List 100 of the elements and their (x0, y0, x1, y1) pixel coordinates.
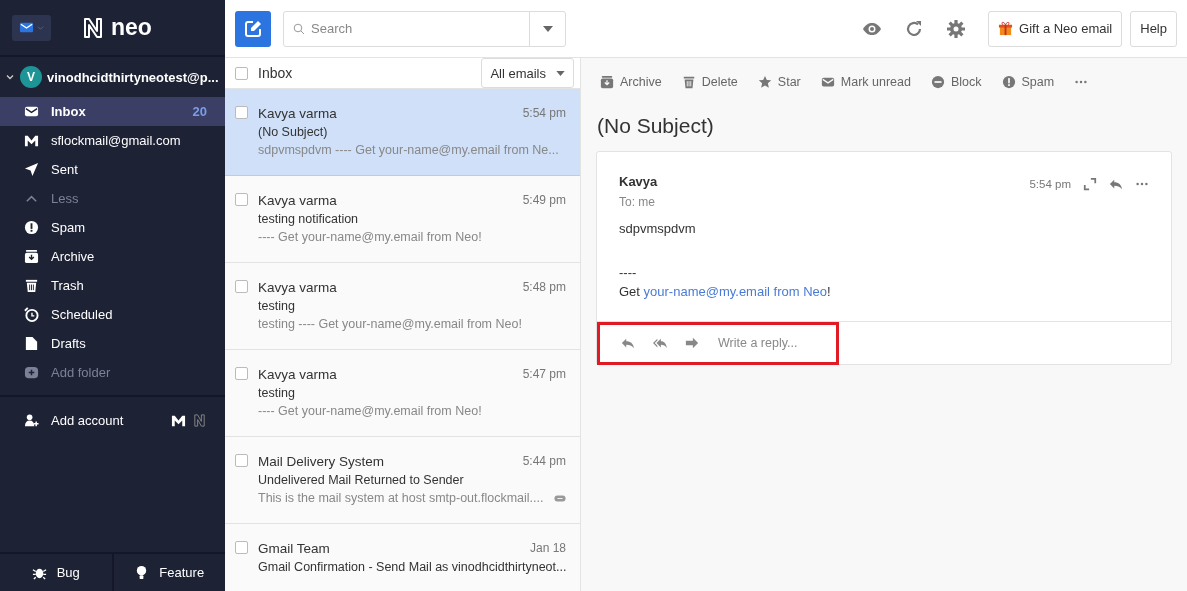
reply-icon[interactable] (620, 336, 636, 350)
folder-item[interactable]: Less (0, 184, 225, 213)
toolbar-action[interactable]: Delete (681, 74, 738, 89)
help-button[interactable]: Help (1130, 10, 1177, 47)
toolbar-action[interactable]: Mark unread (820, 74, 911, 89)
gift-button[interactable]: Gift a Neo email (988, 10, 1123, 47)
trash-icon (24, 278, 39, 293)
email-row[interactable]: Kavya varma 5:48 pm testing testing ---- Get your-name@my.email from Neo! (225, 263, 580, 350)
folder-item[interactable]: Scheduled (0, 300, 225, 329)
toolbar-action[interactable]: Star (757, 74, 801, 89)
email-row[interactable]: Mail Delivery System 5:44 pm Undelivered Mail Returned to Sender This is the mail system at host smtp-out.flockmail.... (225, 437, 580, 524)
alert-icon (1001, 74, 1016, 89)
folder-item[interactable]: Inbox 20 (0, 97, 225, 126)
star-icon (757, 74, 772, 89)
email-row[interactable]: Kavya varma 5:47 pm testing ---- Get your-name@my.email from Neo! (225, 350, 580, 437)
message-time: 5:54 pm (1029, 178, 1071, 190)
email-preview: ---- Get your-name@my.email from Neo! (258, 230, 482, 244)
caret-down-icon[interactable] (542, 25, 553, 32)
folder-item[interactable]: Spam (0, 213, 225, 242)
document-icon (24, 336, 39, 351)
folder-item[interactable]: Trash (0, 271, 225, 300)
folder-item[interactable]: Drafts (0, 329, 225, 358)
compose-button[interactable] (235, 10, 271, 47)
logo-icon (81, 15, 105, 40)
folder-item[interactable]: Add folder (0, 358, 225, 387)
trash-icon (681, 74, 696, 89)
archive-icon (600, 74, 614, 89)
email-time: Jan 18 (529, 541, 566, 556)
envelope-icon (19, 20, 34, 35)
account-email[interactable]: vinodhcidthirtyneotest@p... (47, 69, 219, 85)
folder-label: sflockmail@gmail.com (51, 133, 182, 148)
email-sender: Kavya varma (258, 106, 337, 121)
settings-icon[interactable] (946, 18, 967, 39)
inbox-icon (24, 104, 39, 119)
message-recipient: To: me (619, 195, 656, 209)
logo-text: neo (111, 14, 152, 41)
gift-icon (998, 21, 1014, 36)
email-preview: testing ---- Get your-name@my.email from Neo! (258, 317, 522, 331)
email-sender: Mail Delivery System (258, 454, 385, 469)
folder-label: Spam (51, 220, 86, 235)
email-sender: Kavya varma (258, 367, 337, 382)
search-field[interactable]: Search (283, 10, 566, 47)
toolbar-action[interactable]: Archive (600, 74, 662, 89)
email-sender: Kavya varma (258, 193, 337, 208)
checkbox[interactable] (235, 66, 248, 80)
alert-icon (24, 220, 39, 235)
compose-icon (243, 18, 263, 39)
reply-field[interactable]: Write a reply... (716, 335, 816, 351)
add-account-link[interactable]: Add account (51, 412, 159, 428)
reply-all-icon[interactable] (652, 336, 668, 350)
toolbar-action[interactable]: Block (930, 74, 982, 89)
folder-label: Trash (51, 278, 85, 293)
add-folder-icon (24, 365, 39, 380)
email-subject: testing (258, 386, 296, 400)
search-icon (293, 22, 305, 35)
email-subject: Gmail Confirmation - Send Mail as vinodhcidthirtyneot... (258, 560, 566, 574)
checkbox[interactable] (235, 541, 248, 554)
folder-item[interactable]: Archive (0, 242, 225, 271)
folder-item[interactable]: Sent (0, 155, 225, 184)
email-preview: This is the mail system at host smtp-out.flockmail.... (258, 491, 544, 505)
email-sender: Gmail Team (258, 541, 330, 556)
email-preview: ---- Get your-name@my.email from Neo! (258, 404, 482, 418)
checkbox[interactable] (235, 193, 248, 206)
folder-label: Archive (51, 249, 96, 264)
email-time: 5:54 pm (522, 106, 566, 121)
unread-count: 20 (192, 104, 207, 119)
filter-dropdown[interactable]: All emails (481, 58, 574, 88)
email-row[interactable]: Kavya varma 5:54 pm (No Subject) sdpvmspdvm ---- Get your-name@my.email from Ne... (225, 89, 580, 176)
email-time: 5:49 pm (522, 193, 566, 208)
block-icon (930, 74, 945, 89)
checkbox[interactable] (235, 454, 248, 467)
email-subject: testing notification (258, 212, 360, 226)
email-row[interactable]: Gmail Team Jan 18 Gmail Confirmation - Send Mail as vinodhcidthirtyneot... (225, 524, 580, 591)
logo-icon[interactable] (192, 412, 207, 428)
paper-plane-icon (24, 162, 39, 177)
avatar: V (20, 66, 42, 88)
signature-text: Get your-name@my.email from Neo! (619, 284, 832, 299)
email-subject: testing (258, 299, 296, 313)
email-row[interactable]: Kavya varma 5:49 pm testing notification ---- Get your-name@my.email from Neo! (225, 176, 580, 263)
message-body: sdpvmspdvm (619, 221, 697, 236)
forward-icon[interactable] (684, 336, 700, 350)
folder-label: Add folder (51, 365, 112, 380)
app-switcher-button[interactable] (12, 14, 51, 41)
email-time: 5:44 pm (522, 454, 566, 469)
email-sender: Kavya varma (258, 280, 337, 295)
chevron-down-icon[interactable] (5, 72, 15, 82)
report-bug-button[interactable]: Bug (0, 554, 112, 591)
list-title: Inbox (258, 65, 294, 81)
signature-separator: ---- (619, 265, 638, 280)
toolbar-action[interactable]: Spam (1001, 74, 1055, 89)
folder-item[interactable]: sflockmail@gmail.com (0, 126, 225, 155)
email-preview: sdpvmspdvm ---- Get your-name@my.email from Ne... (258, 143, 559, 157)
reply-icon[interactable] (1109, 177, 1123, 191)
caret-down-icon (556, 70, 565, 76)
checkbox[interactable] (235, 280, 248, 293)
checkbox[interactable] (235, 106, 248, 119)
folder-label: Inbox (51, 104, 87, 119)
checkbox[interactable] (235, 367, 248, 380)
expand-icon[interactable] (1083, 177, 1097, 191)
add-user-icon (24, 412, 39, 428)
